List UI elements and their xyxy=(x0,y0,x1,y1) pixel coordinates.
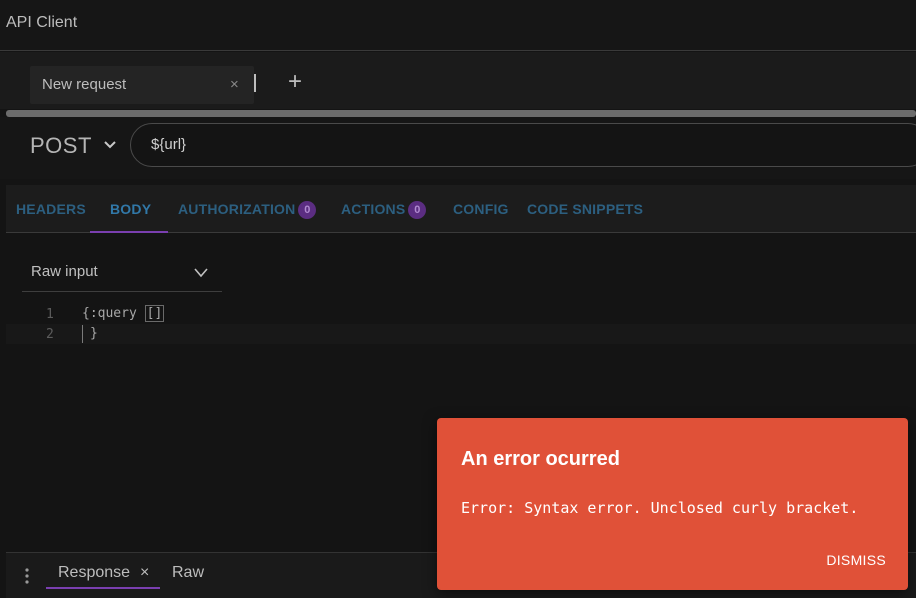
tab-label: Body xyxy=(110,201,152,217)
code-text: } xyxy=(90,326,98,341)
request-tab-strip: New request × + xyxy=(0,52,916,109)
code-line: 2 } xyxy=(6,324,916,344)
tab-label: Authorization xyxy=(178,201,296,217)
chevron-down-icon[interactable] xyxy=(102,137,118,153)
request-row: POST xyxy=(0,117,916,179)
tab-actions[interactable]: Actions 0 xyxy=(341,185,427,233)
body-input-mode-label: Raw input xyxy=(31,263,98,280)
chevron-down-icon xyxy=(194,268,208,278)
error-title: An error ocurred xyxy=(461,448,620,470)
tab-label: Headers xyxy=(16,201,86,217)
tab-headers[interactable]: Headers xyxy=(16,185,86,233)
error-toast: An error ocurred Error: Syntax error. Un… xyxy=(437,418,908,590)
close-icon[interactable]: × xyxy=(230,76,239,93)
tab-label: Code snippets xyxy=(527,201,644,217)
error-message: Error: Syntax error. Unclosed curly brac… xyxy=(461,499,859,517)
code-text: {:query [] xyxy=(82,305,165,322)
url-field[interactable] xyxy=(130,123,916,167)
count-badge: 0 xyxy=(408,201,427,219)
text-cursor xyxy=(82,325,83,343)
line-number: 2 xyxy=(46,327,54,342)
body-input-mode-select[interactable]: Raw input xyxy=(22,256,222,292)
tab-label: Config xyxy=(453,201,509,217)
new-tab-button[interactable]: + xyxy=(288,70,302,94)
title-bar: API Client xyxy=(0,0,916,51)
matched-bracket: [] xyxy=(144,305,165,322)
count-badge: 0 xyxy=(298,201,317,219)
method-select[interactable]: POST xyxy=(30,133,92,159)
tab-label: Response xyxy=(58,564,131,581)
tab-response[interactable]: Response × xyxy=(46,553,160,589)
more-vertical-icon[interactable] xyxy=(23,567,31,585)
code-token: {:query xyxy=(82,306,145,321)
tab-config[interactable]: Config xyxy=(453,185,509,233)
tab-body[interactable]: Body xyxy=(90,185,168,233)
code-line: 1 {:query [] xyxy=(6,304,916,324)
url-input[interactable] xyxy=(151,136,851,153)
tab-label: Actions xyxy=(341,201,406,217)
tab-raw[interactable]: Raw xyxy=(172,564,204,582)
close-icon[interactable]: × xyxy=(140,564,149,582)
app-title: API Client xyxy=(6,14,78,31)
tab-code-snippets[interactable]: Code snippets xyxy=(527,185,643,233)
code-editor[interactable]: 1 {:query [] 2 } xyxy=(6,304,916,344)
tab-divider xyxy=(254,74,256,92)
section-tabs: Headers Body Authorization 0 Actions 0 Con… xyxy=(6,185,916,233)
dismiss-button[interactable]: DISMISS xyxy=(826,552,886,568)
request-tab[interactable]: New request × xyxy=(30,66,254,104)
tab-scrollbar[interactable] xyxy=(6,110,916,117)
tab-authorization[interactable]: Authorization 0 xyxy=(178,185,317,233)
request-tab-label: New request xyxy=(42,76,127,93)
line-number: 1 xyxy=(46,307,54,322)
